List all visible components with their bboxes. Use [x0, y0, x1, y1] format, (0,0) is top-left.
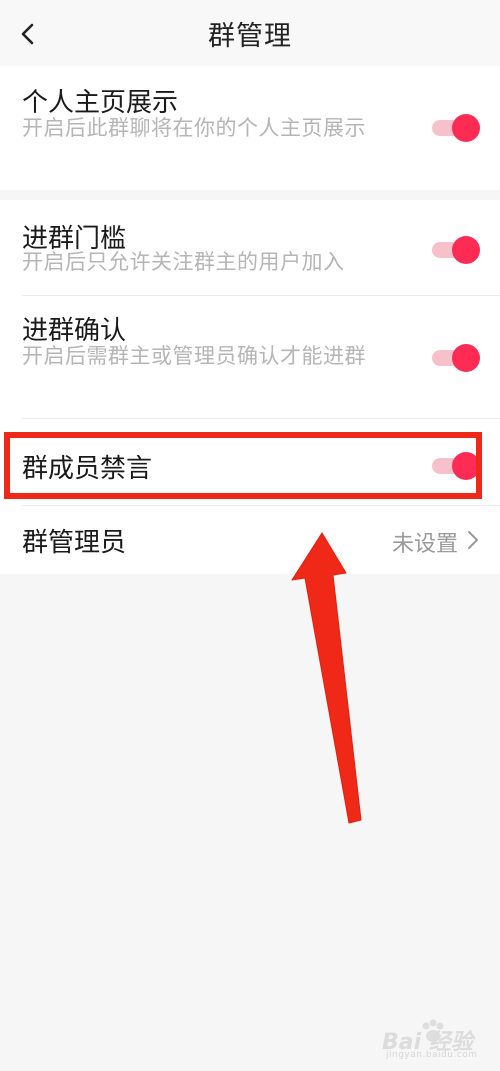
setting-title-member-mute: 群成员禁言 [22, 454, 153, 484]
navigation-bar: 群管理 [0, 0, 500, 66]
row-divider [22, 295, 500, 296]
setting-description-join-confirmation: 开启后需群主或管理员确认才能进群 [22, 344, 366, 368]
row-divider [22, 418, 500, 419]
settings-card-homepage: 个人主页展示 开启后此群聊将在你的个人主页展示 [0, 66, 500, 190]
group-admin-value: 未设置 [391, 532, 458, 557]
join-confirmation-toggle[interactable] [432, 344, 480, 372]
toggle-knob [452, 236, 480, 264]
toggle-knob [452, 114, 480, 142]
member-mute-toggle[interactable] [432, 452, 480, 480]
settings-card-group: 进群门槛 开启后只允许关注群主的用户加入 进群确认 开启后需群主或管理员确认才能… [0, 200, 500, 574]
baidu-jingyan-watermark: Bai 经验 jingyan.baidu.com [372, 1018, 492, 1062]
watermark-url: jingyan.baidu.com [386, 1050, 478, 1060]
join-threshold-toggle[interactable] [432, 236, 480, 264]
toggle-knob [452, 452, 480, 480]
group-admin-row[interactable]: 群管理员 未设置 [0, 506, 500, 574]
setting-description-join-threshold: 开启后只允许关注群主的用户加入 [22, 250, 345, 274]
group-admin-label: 群管理员 [22, 528, 127, 558]
homepage-display-toggle[interactable] [432, 114, 480, 142]
chevron-right-icon [468, 531, 478, 549]
setting-description-homepage-display: 开启后此群聊将在你的个人主页展示 [22, 116, 366, 140]
toggle-knob [452, 344, 480, 372]
page-title: 群管理 [208, 21, 292, 52]
